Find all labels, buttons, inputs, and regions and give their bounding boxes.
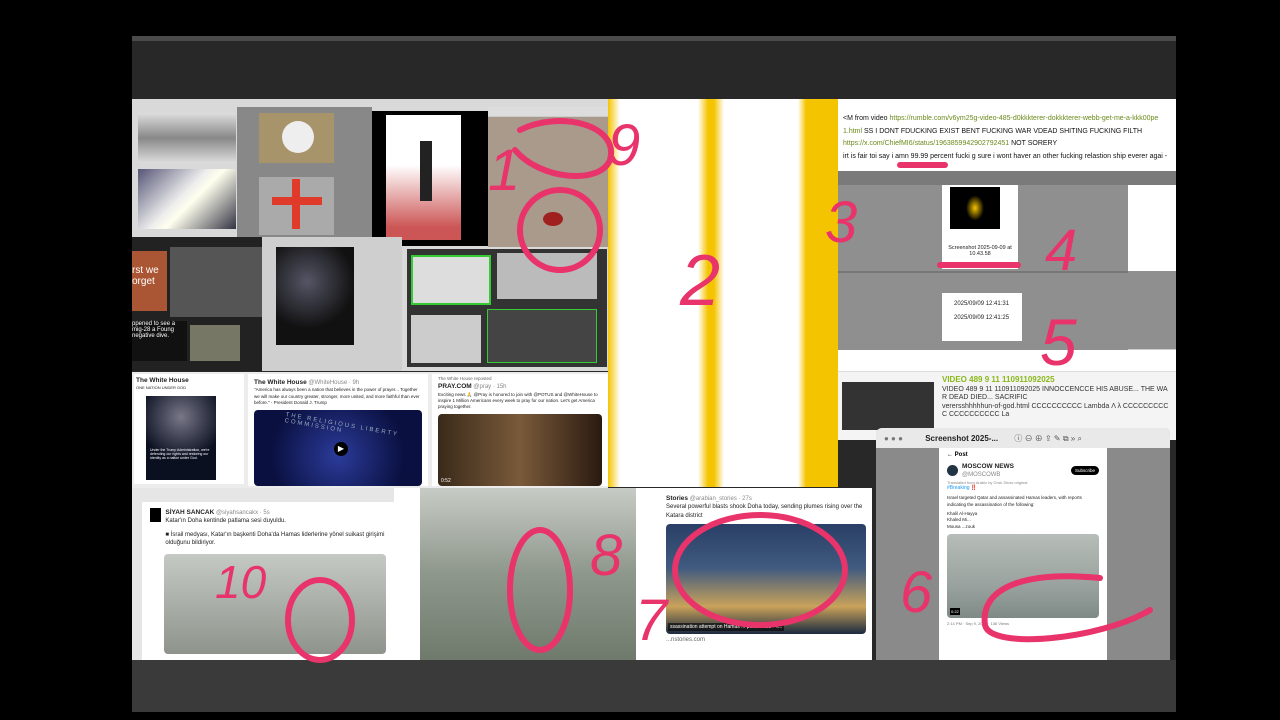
annotation-number: 7	[635, 588, 670, 653]
annotation-overlay: 1 9 2 3 4 5 6 7 8 10	[215, 113, 1153, 663]
annotation-number: 3	[825, 190, 857, 255]
annotation-number: 10	[215, 556, 267, 608]
annotation-circle	[517, 187, 603, 273]
annotation-number: 8	[590, 523, 622, 588]
annotation-number: 1	[488, 138, 520, 203]
annotation-circle	[512, 118, 615, 179]
annotation-number: 5	[1040, 305, 1077, 379]
annotation-number: 9	[608, 113, 640, 178]
annotation-circle	[285, 577, 355, 663]
annotation-number: 2	[679, 241, 720, 321]
annotation-circle	[672, 512, 848, 628]
annotation-circle	[981, 573, 1153, 643]
annotation-circle	[507, 527, 573, 653]
annotation-number: 6	[900, 560, 933, 625]
annotation-number: 4	[1045, 218, 1077, 283]
